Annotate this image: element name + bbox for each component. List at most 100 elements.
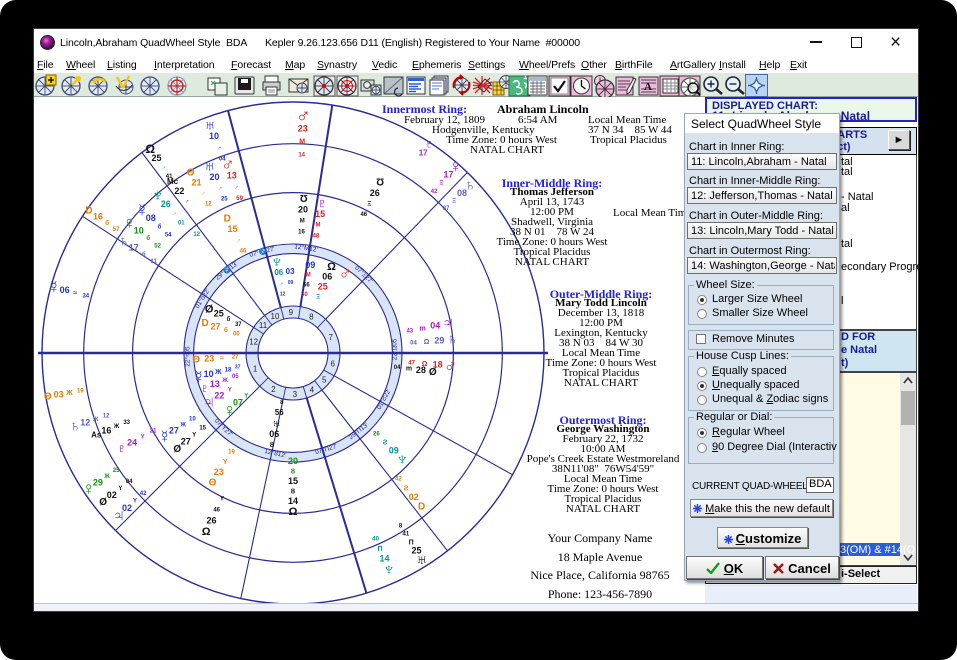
svg-text:D: D	[224, 214, 231, 225]
svg-text:33: 33	[123, 420, 130, 426]
svg-text:Υ: Υ	[118, 486, 122, 492]
svg-text:→: →	[233, 235, 243, 245]
svg-text:As: As	[91, 430, 102, 439]
svg-text:8: 8	[399, 523, 403, 529]
svg-text:15: 15	[199, 426, 206, 432]
svg-text:Υ: Υ	[220, 497, 224, 503]
svg-text:б: б	[227, 316, 231, 323]
svg-text:12: 12	[205, 201, 212, 207]
svg-text:Mc: Mc	[167, 177, 179, 186]
svg-text:27: 27	[210, 322, 220, 332]
svg-text:8: 8	[309, 312, 314, 321]
svg-text:A: A	[644, 81, 652, 93]
svg-text:→: →	[159, 164, 167, 172]
svg-text:5: 5	[322, 376, 327, 385]
svg-text:♅: ♅	[272, 415, 283, 431]
svg-text:б: б	[224, 327, 228, 334]
svg-text:→: →	[170, 210, 178, 218]
svg-text:12: 12	[80, 418, 90, 428]
svg-text:26: 26	[206, 515, 216, 525]
svg-text:≈: ≈	[73, 290, 77, 297]
svg-text:05: 05	[232, 374, 239, 380]
svg-text:Ø: Ø	[205, 303, 214, 315]
svg-text:56: 56	[303, 282, 310, 288]
svg-text:12: 12	[193, 232, 200, 238]
svg-text:♄: ♄	[69, 419, 81, 436]
svg-text:Ȣ: Ȣ	[270, 442, 275, 449]
svg-text:24: 24	[127, 437, 137, 447]
svg-text:17: 17	[419, 148, 428, 157]
svg-text:02: 02	[122, 503, 132, 513]
svg-text:18: 18	[225, 367, 232, 373]
svg-text:D: D	[201, 318, 208, 329]
svg-text:2: 2	[271, 385, 276, 394]
svg-text:Ȣ: Ȣ	[291, 488, 296, 495]
svg-text:Θ: Θ	[209, 477, 217, 488]
svg-text:Υ: Υ	[228, 388, 232, 394]
svg-text:27: 27	[169, 426, 179, 436]
svg-text:→: →	[216, 184, 224, 192]
svg-text:7: 7	[328, 333, 333, 342]
svg-text:25: 25	[151, 153, 161, 163]
svg-text:02: 02	[107, 490, 117, 500]
svg-text:01: 01	[178, 220, 185, 226]
svg-text:59: 59	[236, 196, 243, 202]
svg-text:Ω: Ω	[289, 506, 298, 518]
svg-text:10: 10	[271, 312, 280, 321]
svg-text:25: 25	[318, 282, 328, 292]
svg-text:1: 1	[253, 365, 258, 374]
svg-text:46: 46	[213, 508, 220, 514]
svg-text:03: 03	[54, 390, 64, 400]
svg-text:Ж: Ж	[221, 378, 228, 384]
svg-text:06: 06	[322, 271, 332, 281]
svg-text:15: 15	[227, 224, 237, 234]
svg-text:23: 23	[204, 353, 214, 363]
svg-text:06: 06	[274, 268, 283, 277]
svg-text:22: 22	[174, 186, 184, 196]
svg-text:20: 20	[288, 456, 298, 466]
svg-text:4: 4	[310, 385, 315, 394]
svg-text:09: 09	[288, 280, 294, 286]
svg-text:21: 21	[191, 178, 201, 188]
svg-text:37: 37	[235, 322, 242, 328]
svg-text:→: →	[277, 280, 285, 288]
svg-text:22°≈05: 22°≈05	[183, 346, 191, 367]
svg-text:Ξ: Ξ	[316, 295, 320, 301]
svg-text:57: 57	[113, 227, 120, 233]
svg-text:→: →	[232, 183, 240, 191]
svg-text:19: 19	[77, 389, 84, 395]
svg-text:27: 27	[181, 437, 191, 447]
svg-text:54: 54	[165, 233, 172, 239]
svg-text:34: 34	[82, 294, 89, 300]
svg-text:07: 07	[233, 398, 243, 408]
svg-text:15: 15	[288, 476, 298, 486]
svg-text:M: M	[306, 273, 311, 279]
svg-text:3: 3	[293, 390, 298, 399]
svg-text:9: 9	[289, 308, 294, 317]
svg-text:13: 13	[227, 170, 237, 180]
svg-text:14: 14	[298, 152, 305, 158]
svg-text:14: 14	[288, 496, 298, 506]
svg-text:03: 03	[286, 267, 295, 276]
svg-text:Ω: Ω	[202, 526, 211, 538]
svg-text:Θ: Θ	[192, 354, 200, 365]
svg-text:≈: ≈	[220, 355, 224, 362]
svg-text:→: →	[199, 189, 207, 197]
svg-text:13: 13	[210, 379, 220, 389]
svg-text:Ȣ: Ȣ	[291, 468, 296, 475]
svg-text:Ж: Ж	[65, 390, 73, 397]
svg-text:6: 6	[330, 359, 335, 368]
svg-text:б: б	[158, 223, 162, 230]
svg-text:Υ: Υ	[133, 498, 137, 504]
svg-text:10: 10	[204, 369, 214, 379]
svg-text:Ж: Ж	[92, 417, 99, 423]
svg-text:♇: ♇	[116, 441, 128, 458]
svg-text:37: 37	[235, 365, 241, 371]
svg-text:19: 19	[228, 450, 235, 456]
svg-text:25: 25	[214, 309, 224, 319]
svg-text:б: б	[146, 235, 150, 242]
svg-text:10: 10	[189, 417, 196, 423]
svg-text:Υ: Υ	[223, 459, 228, 466]
svg-text:Υ: Υ	[244, 393, 248, 399]
svg-text:M: M	[299, 139, 305, 146]
